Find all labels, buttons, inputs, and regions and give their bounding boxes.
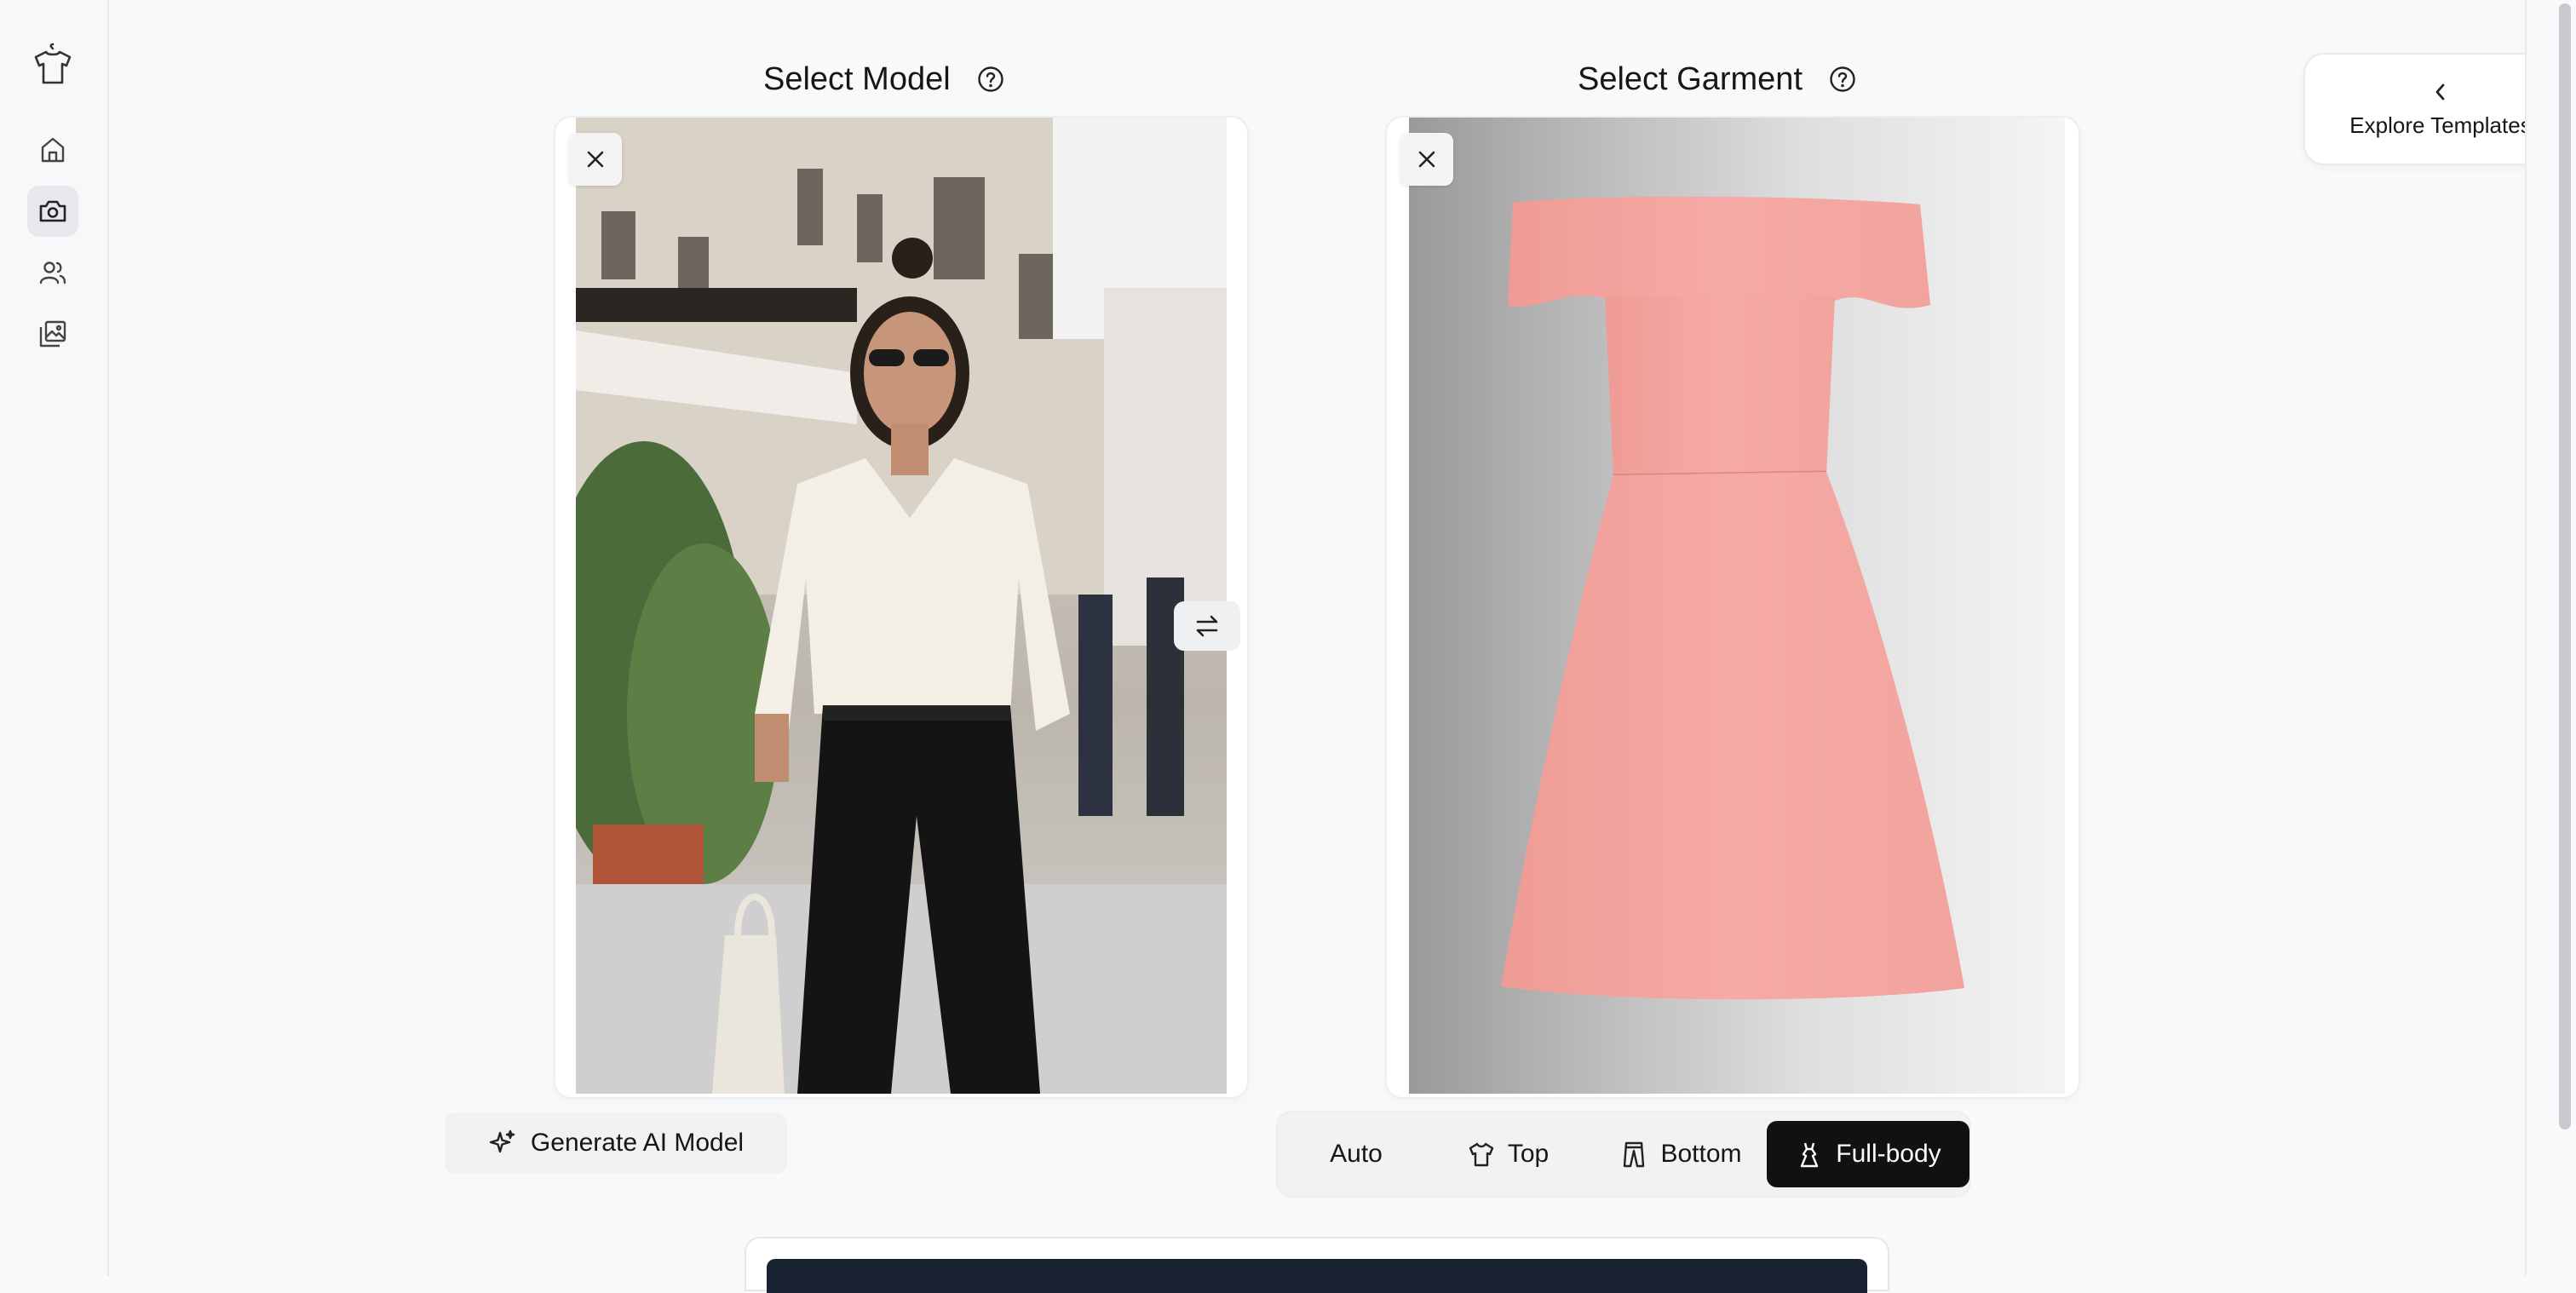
users-icon: [39, 261, 66, 284]
garment-type-top[interactable]: Top: [1433, 1121, 1583, 1187]
garment-type-full-body-label: Full-body: [1836, 1140, 1941, 1168]
pants-icon: [1624, 1141, 1645, 1168]
camera-icon: [39, 200, 66, 222]
help-circle-icon[interactable]: [976, 65, 1005, 94]
generate-ai-model-label: Generate AI Model: [530, 1129, 745, 1157]
garment-type-bottom[interactable]: Bottom: [1590, 1121, 1772, 1187]
select-model-title: Select Model: [763, 56, 1005, 102]
select-model-label: Select Model: [763, 60, 951, 97]
garment-type-bottom-label: Bottom: [1660, 1140, 1742, 1168]
tshirt-logo-icon[interactable]: [27, 34, 78, 94]
swap-arrows-icon: [1196, 615, 1218, 637]
close-icon: [1418, 151, 1435, 168]
swap-button[interactable]: [1174, 601, 1240, 651]
select-garment-label: Select Garment: [1578, 60, 1803, 97]
garment-type-selector: Auto Top Bottom Full-body: [1278, 1112, 1969, 1196]
chevron-left-icon: [2435, 83, 2445, 100]
generate-ai-model-button[interactable]: Generate AI Model: [445, 1112, 787, 1174]
scrollbar-thumb[interactable]: [2559, 3, 2571, 1129]
explore-templates-label: Explore Templates: [2349, 112, 2532, 138]
close-icon: [587, 151, 604, 168]
model-card[interactable]: [555, 118, 1247, 1097]
bottom-action-bar[interactable]: [767, 1259, 1867, 1293]
garment-type-auto[interactable]: Auto: [1288, 1121, 1424, 1187]
dress-icon: [1801, 1142, 1819, 1168]
garment-type-full-body[interactable]: Full-body: [1767, 1121, 1969, 1187]
sidebar-item-users[interactable]: [27, 247, 78, 298]
remove-model-button[interactable]: [569, 133, 622, 186]
sidebar-item-home[interactable]: [27, 124, 78, 175]
bottom-panel: [746, 1238, 1888, 1293]
sidebar-item-gallery[interactable]: [27, 308, 78, 359]
help-circle-icon[interactable]: [1828, 65, 1857, 94]
home-icon: [41, 137, 65, 163]
garment-card[interactable]: [1387, 118, 2079, 1097]
gallery-icon: [39, 320, 66, 348]
sidebar: [0, 0, 109, 1276]
garment-type-top-label: Top: [1507, 1140, 1550, 1168]
sidebar-item-camera[interactable]: [27, 186, 78, 237]
garment-type-auto-label: Auto: [1330, 1140, 1383, 1168]
main-content: [109, 0, 2525, 1276]
sparkle-icon: [489, 1129, 515, 1153]
garment-photo: [1409, 118, 2065, 1094]
shirt-icon: [1469, 1142, 1494, 1167]
remove-garment-button[interactable]: [1400, 133, 1453, 186]
select-garment-title: Select Garment: [1578, 56, 1857, 102]
model-photo: [576, 118, 1227, 1094]
